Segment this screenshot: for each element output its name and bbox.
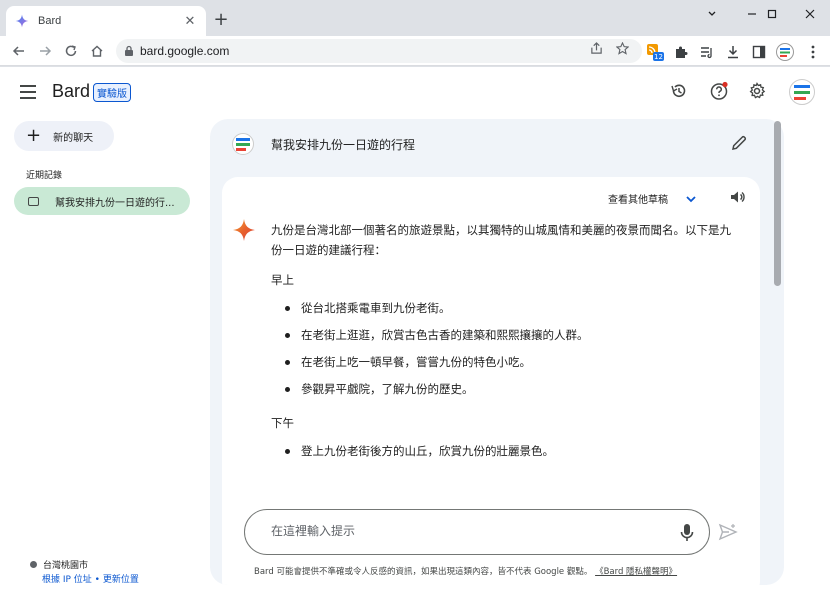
- disclaimer-body: Bard 可能會提供不準確或令人反感的資訊，如果出現這類內容，皆不代表 Goog…: [254, 567, 593, 577]
- recent-chat-item[interactable]: 幫我安排九份一日遊的行...: [14, 187, 190, 215]
- list-item: 在老街上逛逛，欣賞古色古香的建築和熙熙攘攘的人群。: [283, 325, 731, 345]
- app-brand: Bard: [52, 81, 91, 101]
- response-intro: 九份是台灣北部一個著名的旅遊景點，以其獨特的山城風情和美麗的夜景而聞名。以下是九…: [271, 223, 731, 257]
- prompt-box: [244, 509, 710, 555]
- recent-heading: 近期記錄: [26, 171, 63, 181]
- edit-pencil-icon[interactable]: [730, 134, 750, 154]
- reading-list-icon[interactable]: [698, 43, 716, 61]
- reload-icon[interactable]: [60, 40, 82, 62]
- share-icon[interactable]: [588, 40, 604, 56]
- address-bar[interactable]: bard.google.com: [116, 39, 642, 63]
- new-chat-button[interactable]: + 新的聊天: [14, 121, 114, 151]
- location-info: 台灣桃園市: [30, 558, 88, 571]
- section-heading: 下午: [271, 416, 294, 430]
- conversation-scrollbar[interactable]: [774, 121, 781, 286]
- disclaimer-text: Bard 可能會提供不準確或令人反感的資訊，如果出現這類內容，皆不代表 Goog…: [254, 565, 677, 577]
- extensions-puzzle-icon[interactable]: [672, 43, 690, 61]
- bookmark-star-icon[interactable]: [614, 40, 630, 56]
- itinerary-list: 登上九份老街後方的山丘，欣賞九份的壯麗景色。: [271, 441, 731, 461]
- list-item: 參觀昇平戲院，了解九份的歷史。: [283, 379, 731, 399]
- profile-avatar-icon[interactable]: [776, 43, 794, 61]
- maximize-icon[interactable]: [752, 0, 792, 28]
- download-icon[interactable]: [724, 43, 742, 61]
- tab-title: Bard: [38, 15, 62, 27]
- section-heading: 早上: [271, 273, 294, 287]
- itinerary-list: 從台北搭乘電車到九份老街。 在老街上逛逛，欣賞古色古香的建築和熙熙攘攘的人群。 …: [271, 298, 731, 399]
- account-avatar[interactable]: [789, 79, 815, 105]
- location-dot-icon: [30, 561, 37, 568]
- help-icon[interactable]: [708, 80, 730, 102]
- microphone-icon[interactable]: [677, 522, 697, 544]
- browser-tab-strip: Bard ✕ +: [0, 0, 830, 36]
- list-item: 登上九份老街後方的山丘，欣賞九份的壯麗景色。: [283, 441, 731, 461]
- bard-sparkle-icon: [14, 13, 30, 29]
- tab-search-icon[interactable]: [692, 0, 732, 28]
- update-location-link[interactable]: 更新位置: [103, 575, 139, 585]
- experiment-badge: 實驗版: [93, 83, 131, 102]
- location-separator: •: [91, 575, 103, 585]
- home-icon[interactable]: [86, 40, 108, 62]
- ip-location-link[interactable]: 根據 IP 位址: [42, 575, 92, 585]
- forward-icon[interactable]: [34, 40, 56, 62]
- user-query-text: 幫我安排九份一日遊的行程: [271, 138, 416, 152]
- rss-extension-icon[interactable]: 12: [646, 43, 664, 61]
- user-avatar: [232, 133, 254, 155]
- browser-toolbar: bard.google.com 12: [0, 36, 830, 66]
- speaker-icon[interactable]: [729, 188, 747, 206]
- response-text: 九份是台灣北部一個著名的旅遊景點，以其獨特的山城風情和美麗的夜景而聞名。以下是九…: [271, 220, 731, 468]
- chevron-down-icon: [684, 192, 698, 206]
- send-icon[interactable]: [718, 522, 738, 542]
- lock-icon: [124, 45, 134, 57]
- new-chat-label: 新的聊天: [53, 132, 94, 144]
- location-links: 根據 IP 位址 • 更新位置: [42, 572, 139, 585]
- recent-chat-label: 幫我安排九份一日遊的行...: [55, 197, 175, 209]
- prompt-input[interactable]: [271, 524, 651, 538]
- bard-sparkle-icon: [232, 218, 256, 242]
- main-menu-icon[interactable]: [20, 81, 42, 103]
- user-query-row: 幫我安排九份一日遊的行程: [210, 119, 784, 171]
- side-panel-icon[interactable]: [750, 43, 768, 61]
- url-text: bard.google.com: [140, 44, 230, 58]
- close-window-icon[interactable]: [790, 0, 830, 28]
- new-tab-button[interactable]: +: [210, 9, 232, 31]
- view-drafts-label: 查看其他草稿: [608, 195, 668, 206]
- list-item: 在老街上吃一頓早餐，嘗嘗九份的特色小吃。: [283, 352, 731, 372]
- location-place: 台灣桃園市: [43, 561, 89, 571]
- back-icon[interactable]: [8, 40, 30, 62]
- view-drafts-button[interactable]: 查看其他草稿: [608, 191, 698, 206]
- privacy-link[interactable]: 《Bard 隱私權聲明》: [595, 567, 677, 577]
- list-item: 從台北搭乘電車到九份老街。: [283, 298, 731, 318]
- activity-history-icon[interactable]: [668, 80, 690, 102]
- tab-close-icon[interactable]: ✕: [182, 14, 198, 29]
- extension-badge: 12: [654, 53, 663, 61]
- browser-menu-icon[interactable]: [804, 43, 822, 61]
- chat-bubble-icon: [28, 196, 39, 206]
- plus-icon: +: [26, 125, 42, 146]
- browser-tab-bard[interactable]: Bard ✕: [6, 6, 206, 36]
- bard-app: Bard 實驗版 + 新的聊天 近期記錄 幫我安排九份一日遊的行... 台灣桃園…: [0, 67, 830, 608]
- settings-gear-icon[interactable]: [746, 80, 768, 102]
